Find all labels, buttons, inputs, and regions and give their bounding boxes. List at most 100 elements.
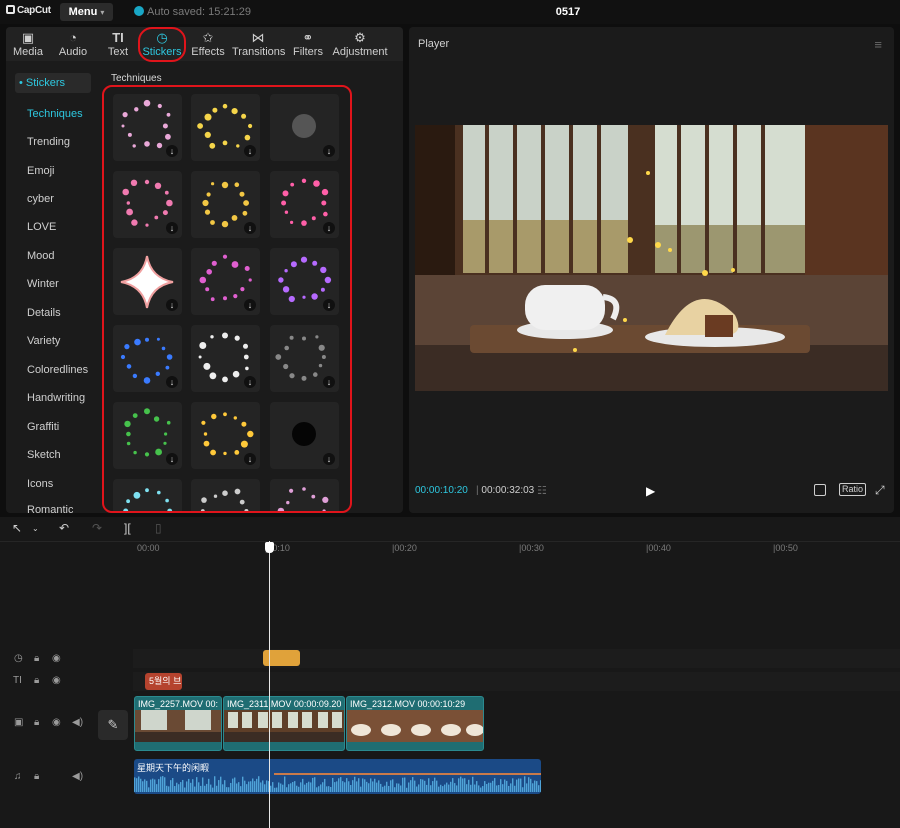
fullscreen-icon[interactable]: ⤢ [875, 483, 885, 498]
video-clip-2[interactable]: IMG_2311.MOV 00:00:09.20 [223, 696, 345, 751]
eye-icon[interactable]: ◉ [52, 675, 61, 686]
sticker-pink-burst[interactable] [270, 479, 339, 511]
tab-filters[interactable]: ⚭ Filters [292, 27, 324, 61]
speaker-icon[interactable]: ◀) [72, 771, 83, 782]
speaker-icon[interactable]: ◀) [72, 717, 83, 728]
download-icon[interactable]: ↓ [244, 222, 256, 234]
sticker-preview-image [200, 488, 249, 511]
video-preview[interactable] [415, 125, 888, 391]
eye-icon[interactable]: ◉ [52, 717, 61, 728]
eye-icon[interactable]: ◉ [52, 653, 61, 664]
category-graffiti[interactable]: Graffiti [27, 421, 59, 433]
video-clip-1[interactable]: IMG_2257.MOV 00: [134, 696, 222, 751]
download-icon[interactable]: ↓ [244, 453, 256, 465]
select-cursor-icon[interactable]: ↖ [12, 521, 22, 535]
category-coloredlines[interactable]: Coloredlines [27, 364, 88, 376]
download-icon[interactable]: ↓ [166, 145, 178, 157]
playhead[interactable] [269, 541, 270, 828]
category-icons[interactable]: Icons [27, 478, 53, 490]
tab-audio[interactable]: ◔ Audio [53, 27, 93, 61]
lock-icon[interactable]: 🔒︎ [34, 675, 39, 686]
download-icon[interactable]: ↓ [166, 453, 178, 465]
text-clip[interactable]: 5월의 브 [145, 673, 182, 690]
tab-transitions[interactable]: ⋈ Transitions [232, 27, 285, 61]
sticker-black-smoke[interactable]: ↓ [270, 402, 339, 469]
category-love[interactable]: LOVE [27, 221, 56, 233]
sticker-green-hearts[interactable]: ↓ [113, 402, 182, 469]
text-track [133, 672, 900, 691]
sticker-pink-darling[interactable]: ↓ [113, 171, 182, 238]
download-icon[interactable]: ↓ [244, 145, 256, 157]
timeline-toolbar: ↖ ⌄ ↶ ↷ ][ ▯ [0, 517, 900, 541]
clip-thumbnails [135, 710, 221, 742]
download-icon[interactable]: ↓ [323, 222, 335, 234]
category-trending[interactable]: Trending [27, 136, 70, 148]
sticker-yellow-hearts[interactable]: ↓ [191, 402, 260, 469]
redo-icon[interactable]: ↷ [92, 521, 102, 535]
download-icon[interactable]: ↓ [323, 145, 335, 157]
snapshot-icon[interactable] [814, 484, 826, 496]
download-icon[interactable]: ↓ [244, 376, 256, 388]
category-details[interactable]: Details [27, 307, 61, 319]
tab-media[interactable]: ▣ Media [8, 27, 48, 61]
category-winter[interactable]: Winter [27, 278, 59, 290]
download-icon[interactable]: ↓ [323, 299, 335, 311]
tab-adjustment[interactable]: ⚙ Adjustment [332, 27, 388, 61]
download-icon[interactable]: ↓ [166, 222, 178, 234]
edit-cover-icon[interactable]: ✎ [98, 710, 128, 740]
sticker-gold-sparkles[interactable]: ↓ [191, 171, 260, 238]
tab-effects[interactable]: ✩ Effects [190, 27, 226, 61]
sticker-silver-burst[interactable]: ↓ [270, 94, 339, 161]
ruler-label: |00:50 [773, 543, 798, 553]
category-romantic[interactable]: Romantic [27, 504, 73, 513]
sticker-white-star-flash[interactable]: ↓ [113, 248, 182, 315]
category-variety[interactable]: Variety [27, 335, 60, 347]
hamburger-menu-icon[interactable]: ≡ [874, 37, 882, 52]
sticker-categories: Techniques Trending Emoji cyber LOVE Moo… [6, 61, 101, 513]
play-icon[interactable]: ▶ [646, 484, 655, 498]
sticker-magenta-hearts[interactable]: ↓ [191, 248, 260, 315]
ratio-button[interactable]: Ratio [839, 483, 867, 496]
tab-label: Media [13, 46, 43, 58]
sticker-gold-star-ring[interactable]: ↓ [191, 94, 260, 161]
category-emoji[interactable]: Emoji [27, 165, 55, 177]
audio-clip[interactable]: 星期天下午的闲暇 [134, 759, 541, 794]
download-icon[interactable]: ↓ [323, 453, 335, 465]
download-icon[interactable]: ↓ [244, 299, 256, 311]
timecode-format-icon[interactable]: ☷ [537, 484, 547, 497]
chevron-down-icon[interactable]: ⌄ [32, 524, 39, 533]
sticker-pink-hearts[interactable]: ↓ [270, 171, 339, 238]
split-icon[interactable]: ][ [124, 521, 131, 535]
sticker-grey-dust-ring[interactable]: ↓ [270, 325, 339, 392]
delete-icon[interactable]: ▯ [155, 521, 162, 535]
category-handwriting[interactable]: Handwriting [27, 392, 85, 404]
lock-icon[interactable]: 🔒︎ [34, 771, 39, 782]
sticker-blue-hearts[interactable]: ↓ [113, 325, 182, 392]
lock-icon[interactable]: 🔒︎ [34, 717, 39, 728]
category-techniques[interactable]: Techniques [27, 108, 83, 120]
download-icon[interactable]: ↓ [166, 376, 178, 388]
video-clip-3[interactable]: IMG_2312.MOV 00:00:10:29 [346, 696, 484, 751]
download-icon[interactable]: ↓ [323, 376, 335, 388]
total-duration: | 00:00:32:03 [476, 485, 534, 496]
media-toolbar: ▣ Media ◔ Audio TI Text ◷ Stickers ✩ Effects … [6, 27, 403, 62]
timeline-ruler[interactable]: 00:00 |00:10 |00:20 |00:30 |00:40 |00:50 [133, 543, 900, 557]
tab-text[interactable]: TI Text [102, 27, 134, 61]
clip-label: IMG_2311.MOV 00:00:09.20 [227, 699, 342, 709]
tab-label: Effects [191, 46, 225, 58]
category-sketch[interactable]: Sketch [27, 449, 61, 461]
lock-icon[interactable]: 🔒︎ [34, 653, 39, 664]
sticker-cyan-burst[interactable] [113, 479, 182, 511]
category-cyber[interactable]: cyber [27, 193, 54, 205]
download-icon[interactable]: ↓ [166, 299, 178, 311]
sticker-scattered-confetti[interactable]: ↓ [113, 94, 182, 161]
video-frame-image [415, 125, 888, 391]
sticker-white-hearts[interactable]: ↓ [191, 325, 260, 392]
undo-icon[interactable]: ↶ [59, 521, 69, 535]
sticker-white-wisp[interactable] [191, 479, 260, 511]
sticker-purple-hearts[interactable]: ↓ [270, 248, 339, 315]
category-mood[interactable]: Mood [27, 250, 55, 262]
section-title: Techniques [111, 73, 162, 84]
playhead-handle[interactable] [265, 542, 274, 553]
effects-icon: ✩ [202, 30, 214, 45]
